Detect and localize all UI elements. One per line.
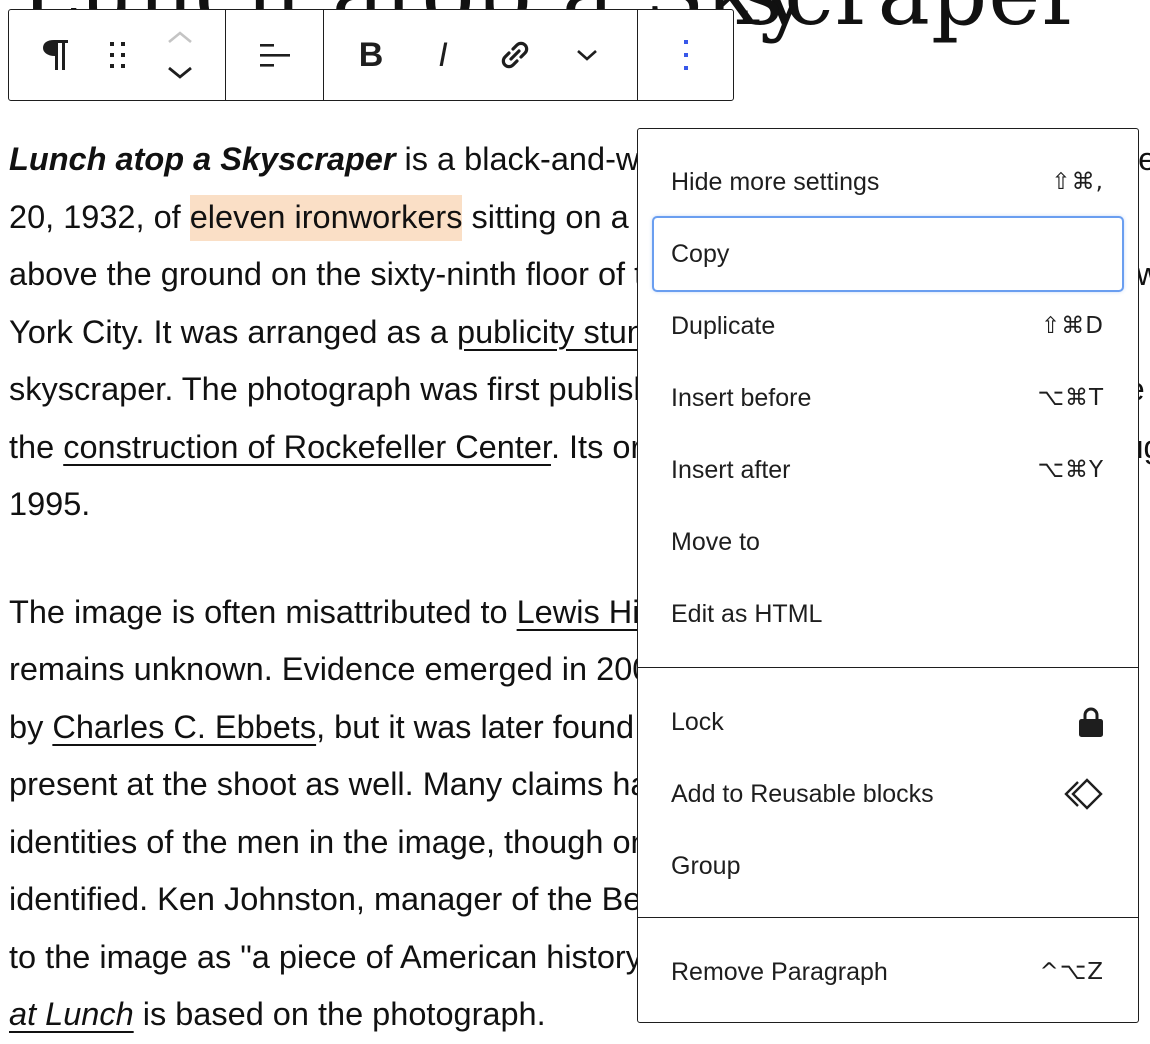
menu-item-label: Add to Reusable blocks [671, 779, 934, 808]
menu-item-duplicate[interactable]: Duplicate ⇧⌘D [654, 290, 1122, 362]
text-segment: York City. It was arranged as a [9, 313, 457, 350]
chevron-up-icon [168, 31, 192, 44]
charles-ebbets-link[interactable]: Charles C. Ebbets [52, 709, 316, 745]
menu-item-label: Remove Paragraph [671, 957, 888, 986]
align-button[interactable] [252, 32, 298, 78]
menu-item-shortcut: ⌥⌘Y [1037, 457, 1104, 483]
link-icon [501, 41, 529, 69]
menu-item-group[interactable]: Group [654, 830, 1122, 902]
menu-item-insert-after[interactable]: Insert after ⌥⌘Y [654, 434, 1122, 506]
menu-item-label: Edit as HTML [671, 599, 823, 628]
text-segment: by [9, 708, 53, 745]
menu-item-label: Lock [671, 707, 724, 736]
more-formats-button[interactable] [564, 32, 610, 78]
photo-title-text: Lunch atop a Skyscraper [9, 141, 396, 177]
paragraph-icon [43, 40, 68, 70]
menu-item-insert-before[interactable]: Insert before ⌥⌘T [654, 362, 1122, 434]
formatting-group: B I [324, 10, 638, 100]
menu-item-lock[interactable]: Lock [654, 686, 1122, 758]
text-segment: the [9, 428, 64, 465]
align-left-icon [259, 44, 290, 67]
menu-item-label: Copy [671, 239, 730, 268]
italic-button[interactable]: I [420, 32, 466, 78]
chevron-down-icon [168, 66, 192, 79]
menu-item-label: Group [671, 851, 741, 880]
text-segment: 20, 1932, of [9, 198, 190, 235]
rockefeller-center-link[interactable]: construction of Rockefeller Center [63, 429, 551, 465]
drag-handle[interactable] [95, 32, 141, 78]
menu-item-shortcut: ⌥⌘T [1037, 385, 1104, 411]
menu-item-label: Insert after [671, 455, 791, 484]
more-vertical-icon [683, 40, 688, 70]
menu-section-block-tools: Lock Add to Reusable blocks Group [638, 667, 1138, 917]
block-type-button[interactable] [33, 32, 79, 78]
block-controls-group [9, 10, 226, 100]
block-options-button[interactable] [663, 32, 709, 78]
bold-button[interactable]: B [348, 32, 394, 78]
post-title-visible-part: scraper [738, 0, 1084, 45]
move-down-button[interactable] [167, 62, 193, 84]
drag-handle-icon [110, 42, 125, 68]
block-options-menu: Hide more settings ⇧⌘, Copy Duplicate ⇧⌘… [637, 128, 1139, 1023]
alignment-group [226, 10, 324, 100]
block-toolbar: B I [8, 9, 734, 101]
menu-item-shortcut: ⇧⌘D [1041, 313, 1104, 339]
text-segment: is based on the photograph. [133, 996, 546, 1032]
link-button[interactable] [492, 32, 538, 78]
menu-item-shortcut: ⇧⌘, [1051, 169, 1104, 195]
menu-item-copy[interactable]: Copy [652, 216, 1124, 292]
menu-item-remove-paragraph[interactable]: Remove Paragraph ^⌥Z [654, 936, 1122, 1008]
menu-item-label: Hide more settings [671, 167, 880, 196]
chevron-down-icon [577, 50, 597, 61]
menu-section-actions: Hide more settings ⇧⌘, Copy Duplicate ⇧⌘… [638, 129, 1138, 667]
menu-item-label: Duplicate [671, 311, 776, 340]
menu-item-label: Insert before [671, 383, 812, 412]
menu-item-hide-more-settings[interactable]: Hide more settings ⇧⌘, [654, 146, 1122, 218]
options-group [638, 10, 733, 100]
text-segment: The image is often misattributed to [9, 593, 517, 630]
bold-icon: B [358, 35, 384, 74]
menu-item-add-to-reusable-blocks[interactable]: Add to Reusable blocks [654, 758, 1122, 830]
italic-icon: I [438, 35, 448, 74]
move-up-button[interactable] [167, 26, 193, 48]
menu-section-remove: Remove Paragraph ^⌥Z [638, 917, 1138, 1026]
reusable-block-icon [1062, 778, 1104, 810]
menu-item-move-to[interactable]: Move to [654, 506, 1122, 578]
sculpture-link[interactable]: at Lunch [9, 996, 134, 1032]
highlighted-text[interactable]: eleven ironworkers [189, 194, 463, 241]
menu-item-label: Move to [671, 527, 760, 556]
publicity-stunt-link[interactable]: publicity stunt [457, 314, 654, 350]
block-mover [157, 25, 203, 85]
text-segment: 1995. [9, 486, 91, 522]
lock-icon [1078, 706, 1104, 738]
menu-item-shortcut: ^⌥Z [1039, 959, 1104, 985]
menu-item-edit-as-html[interactable]: Edit as HTML [654, 578, 1122, 650]
